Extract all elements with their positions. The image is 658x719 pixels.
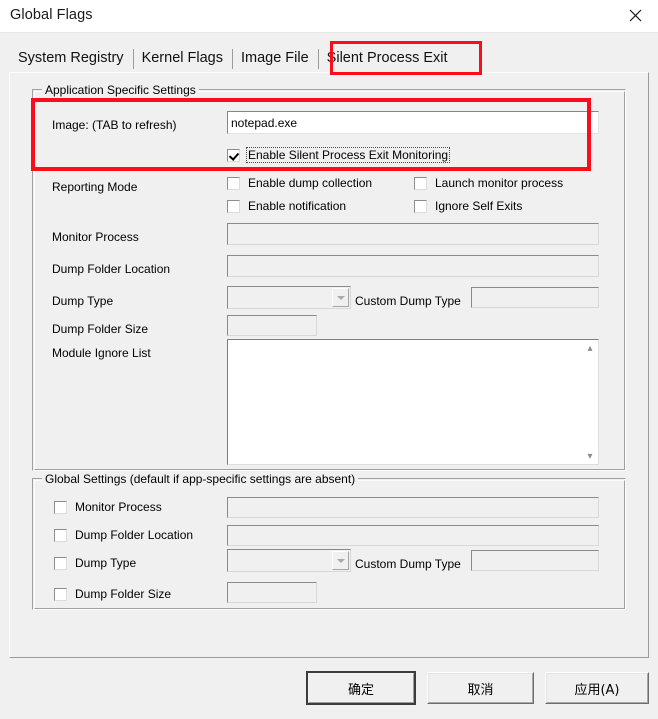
close-icon[interactable]: [612, 0, 658, 31]
checkbox-label-enable-monitoring: Enable Silent Process Exit Monitoring: [246, 147, 451, 163]
group-title-app-specific: Application Specific Settings: [42, 83, 199, 97]
custom-dump-type-input[interactable]: [471, 287, 599, 308]
label-global-custom-dump-type: Custom Dump Type: [355, 557, 461, 571]
global-dump-folder-size-input[interactable]: [227, 582, 317, 603]
global-custom-dump-type-input[interactable]: [471, 550, 599, 571]
module-ignore-list-textarea[interactable]: ▴ ▾: [227, 339, 599, 465]
group-application-specific-settings: Application Specific Settings Image: (TA…: [32, 83, 626, 471]
global-monitor-process-input[interactable]: [227, 497, 599, 518]
label-monitor-process: Monitor Process: [52, 230, 139, 244]
tab-kernel-flags[interactable]: Kernel Flags: [132, 46, 232, 72]
checkbox-box-launch-monitor-process[interactable]: [414, 176, 427, 190]
dump-type-combobox[interactable]: [227, 286, 351, 309]
cancel-button[interactable]: 取消: [427, 672, 534, 704]
checkbox-global-monitor-process[interactable]: Monitor Process: [54, 499, 164, 515]
tab-system-registry[interactable]: System Registry: [9, 46, 133, 72]
dump-folder-location-input[interactable]: [227, 255, 599, 277]
ok-button[interactable]: 确定: [306, 671, 416, 705]
monitor-process-input[interactable]: [227, 223, 599, 245]
global-dump-type-combobox[interactable]: [227, 549, 351, 572]
checkbox-box-enable-dump-collection[interactable]: [227, 176, 240, 190]
checkbox-label-global-dump-folder-location: Dump Folder Location: [75, 528, 194, 542]
group-global-settings: Global Settings (default if app-specific…: [32, 472, 626, 610]
dump-folder-size-input[interactable]: [227, 315, 317, 336]
checkbox-enable-silent-process-exit-monitoring[interactable]: Enable Silent Process Exit Monitoring: [227, 147, 451, 163]
global-dump-folder-location-input[interactable]: [227, 525, 599, 546]
checkbox-label-enable-dump-collection: Enable dump collection: [248, 176, 373, 190]
apply-button[interactable]: 应用(A): [545, 672, 649, 704]
label-module-ignore-list: Module Ignore List: [52, 346, 151, 360]
checkbox-global-dump-folder-location[interactable]: Dump Folder Location: [54, 527, 195, 543]
label-reporting-mode: Reporting Mode: [52, 180, 138, 194]
window-titlebar: Global Flags: [0, 0, 658, 33]
group-title-global-settings: Global Settings (default if app-specific…: [42, 472, 359, 486]
checkbox-launch-monitor-process[interactable]: Launch monitor process: [414, 175, 565, 191]
checkbox-box-ignore-self-exits[interactable]: [414, 199, 427, 213]
chevron-down-icon[interactable]: [332, 551, 349, 570]
checkbox-label-ignore-self-exits: Ignore Self Exits: [435, 199, 523, 213]
tab-silent-process-exit[interactable]: Silent Process Exit: [317, 46, 457, 72]
label-dump-type: Dump Type: [52, 294, 114, 308]
checkbox-label-global-monitor-process: Monitor Process: [75, 500, 162, 514]
checkbox-label-global-dump-type: Dump Type: [75, 556, 137, 570]
label-image: Image: (TAB to refresh): [52, 118, 177, 132]
checkbox-label-enable-notification: Enable notification: [248, 199, 347, 213]
checkbox-label-launch-monitor-process: Launch monitor process: [435, 176, 564, 190]
label-dump-folder-size: Dump Folder Size: [52, 322, 149, 336]
chevron-down-icon[interactable]: [332, 288, 349, 307]
tab-strip[interactable]: System Registry Kernel Flags Image File …: [9, 44, 457, 72]
checkbox-ignore-self-exits[interactable]: Ignore Self Exits: [414, 198, 524, 214]
window-title: Global Flags: [10, 7, 93, 23]
tab-image-file[interactable]: Image File: [231, 46, 318, 72]
image-input[interactable]: notepad.exe: [227, 111, 599, 134]
checkbox-box-enable-notification[interactable]: [227, 199, 240, 213]
checkbox-global-dump-type[interactable]: Dump Type: [54, 555, 138, 571]
checkbox-box-global-dump-folder-location[interactable]: [54, 528, 67, 542]
checkbox-box-enable-monitoring[interactable]: [227, 148, 240, 162]
scrollbar-module-ignore-list[interactable]: ▴ ▾: [582, 340, 598, 464]
label-custom-dump-type: Custom Dump Type: [355, 294, 461, 308]
checkbox-global-dump-folder-size[interactable]: Dump Folder Size: [54, 586, 173, 602]
chevron-up-icon[interactable]: ▴: [582, 340, 598, 356]
tab-page-silent-process-exit: Application Specific Settings Image: (TA…: [9, 72, 649, 658]
checkbox-box-global-dump-type[interactable]: [54, 556, 67, 570]
image-input-value: notepad.exe: [231, 115, 298, 130]
chevron-down-icon[interactable]: ▾: [582, 448, 598, 464]
checkbox-enable-dump-collection[interactable]: Enable dump collection: [227, 175, 374, 191]
checkbox-label-global-dump-folder-size: Dump Folder Size: [75, 587, 172, 601]
checkbox-box-global-dump-folder-size[interactable]: [54, 587, 67, 601]
label-dump-folder-location: Dump Folder Location: [52, 262, 171, 276]
checkbox-enable-notification[interactable]: Enable notification: [227, 198, 348, 214]
checkbox-box-global-monitor-process[interactable]: [54, 500, 67, 514]
